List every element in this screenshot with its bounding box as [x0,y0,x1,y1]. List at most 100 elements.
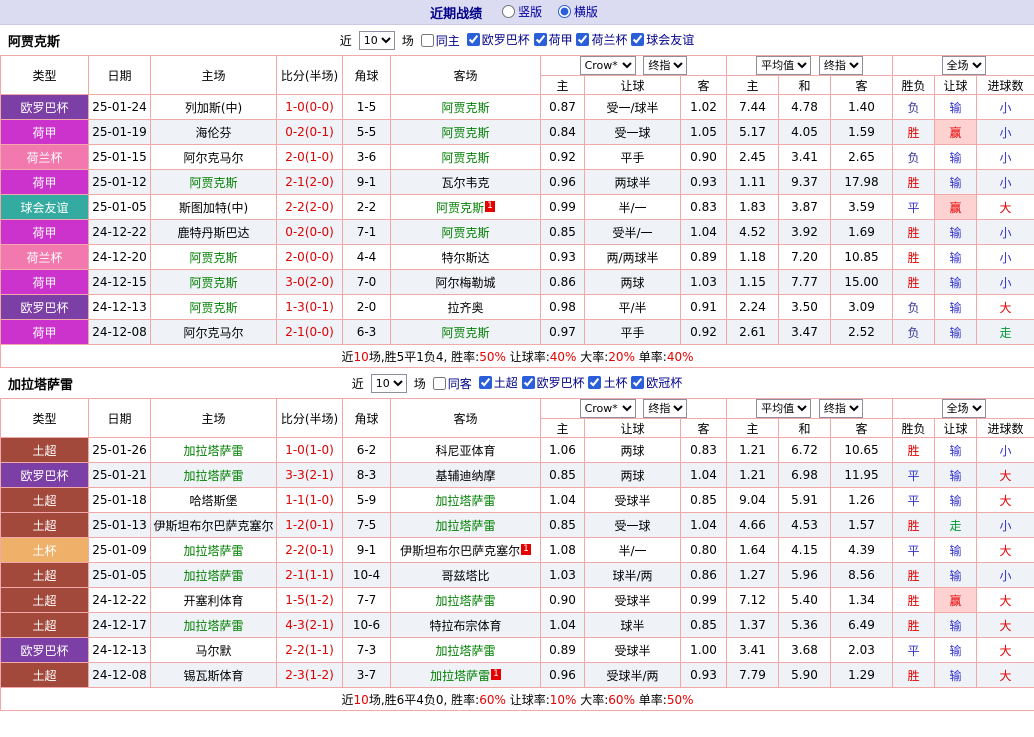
league-checkbox-input[interactable] [631,33,644,46]
euro-draw-odds: 6.72 [779,438,831,463]
match-row: 土超 25-01-18 哈塔斯堡 1-1(1-0) 5-9 加拉塔萨雷 1.04… [1,488,1034,513]
league-filter-checkbox[interactable]: 欧罗巴杯 [467,31,530,48]
layout-radio[interactable]: 横版 [558,3,598,20]
euro-draw-odds: 5.91 [779,488,831,513]
home-team-link[interactable]: 阿贾克斯 [151,170,277,195]
home-team-link[interactable]: 阿尔克马尔 [151,145,277,170]
home-team-link[interactable]: 鹿特丹斯巴达 [151,220,277,245]
away-team-link[interactable]: 阿贾克斯 [391,95,541,120]
euro-odds-time-select[interactable]: 终指 [819,56,863,75]
euro-draw-odds: 3.87 [779,195,831,220]
away-team-link[interactable]: 拉齐奥 [391,295,541,320]
league-checkbox-input[interactable] [522,376,535,389]
home-team-link[interactable]: 加拉塔萨雷 [151,563,277,588]
league-filter-checkbox[interactable]: 欧罗巴杯 [522,374,585,391]
away-team-link[interactable]: 基辅迪纳摩 [391,463,541,488]
summary-segment: 场,胜5平1负4, 胜率: [369,350,479,364]
league-checkbox-input[interactable] [631,376,644,389]
same-venue-checkbox-input[interactable] [421,34,434,47]
league-filter-checkbox[interactable]: 球会友谊 [631,31,694,48]
section-galatasaray: 加拉塔萨雷 近 10 场 同客 土超 欧罗巴杯 土杯 欧冠杯 [0,368,1034,711]
away-team-link[interactable]: 阿尔梅勒城 [391,270,541,295]
result-handicap: 输 [935,538,977,563]
league-badge: 球会友谊 [1,195,89,220]
league-filter-checkbox[interactable]: 欧冠杯 [631,374,682,391]
home-team-link[interactable]: 伊斯坦布尔巴萨克塞尔 [151,513,277,538]
euro-home-odds: 1.83 [727,195,779,220]
euro-draw-odds: 3.41 [779,145,831,170]
league-checkbox-input[interactable] [467,33,480,46]
same-venue-checkbox[interactable]: 同客 [433,375,472,392]
home-team-link[interactable]: 阿尔克马尔 [151,320,277,345]
away-team-link[interactable]: 伊斯坦布尔巴萨克塞尔1 [391,538,541,563]
home-team-link[interactable]: 斯图加特(中) [151,195,277,220]
away-team-link[interactable]: 加拉塔萨雷 [391,588,541,613]
asia-odds-source-select[interactable]: Crow* [580,399,636,418]
corner-score: 10-6 [343,613,391,638]
league-checkbox-label: 欧冠杯 [646,374,682,391]
score: 2-2(1-1) [277,638,343,663]
match-count-select[interactable]: 10 [371,374,407,393]
euro-odds-time-select[interactable]: 终指 [819,399,863,418]
layout-radio-input[interactable] [502,5,515,18]
euro-odds-source-select[interactable]: 平均值 [756,56,811,75]
away-team-link[interactable]: 加拉塔萨雷1 [391,663,541,688]
league-filter-checkbox[interactable]: 土超 [479,374,518,391]
home-team-link[interactable]: 加拉塔萨雷 [151,613,277,638]
away-team-link[interactable]: 阿贾克斯 [391,120,541,145]
result-goals: 大 [977,638,1034,663]
away-team-link[interactable]: 特尔斯达 [391,245,541,270]
result-outcome: 胜 [893,513,935,538]
result-scope-select[interactable]: 全场 [942,399,986,418]
home-team-link[interactable]: 加拉塔萨雷 [151,438,277,463]
away-team-link[interactable]: 加拉塔萨雷 [391,513,541,538]
away-team-link[interactable]: 加拉塔萨雷 [391,638,541,663]
col-header-date: 日期 [89,399,151,438]
home-team-link[interactable]: 加拉塔萨雷 [151,538,277,563]
match-date: 24-12-08 [89,320,151,345]
asia-odds-select-cell: Crow* 终指 [541,399,727,419]
league-filter-checkbox[interactable]: 荷甲 [534,31,573,48]
league-filter-checkbox[interactable]: 荷兰杯 [576,31,627,48]
col-header-corner: 角球 [343,399,391,438]
home-team-link[interactable]: 阿贾克斯 [151,270,277,295]
home-team-link[interactable]: 列加斯(中) [151,95,277,120]
away-team-link[interactable]: 瓦尔韦克 [391,170,541,195]
asia-odds-time-select[interactable]: 终指 [643,56,687,75]
home-team-link[interactable]: 马尔默 [151,638,277,663]
summary-segment: 40% [667,350,694,364]
result-scope-select[interactable]: 全场 [942,56,986,75]
result-handicap: 输 [935,170,977,195]
same-venue-checkbox[interactable]: 同主 [421,32,460,49]
league-checkbox-input[interactable] [588,376,601,389]
match-count-select[interactable]: 10 [359,31,395,50]
away-team-link[interactable]: 阿贾克斯 [391,220,541,245]
result-handicap: 输 [935,270,977,295]
away-team-link[interactable]: 阿贾克斯 [391,320,541,345]
home-team-link[interactable]: 开塞利体育 [151,588,277,613]
layout-radio-input[interactable] [558,5,571,18]
away-team-link[interactable]: 特拉布宗体育 [391,613,541,638]
away-team-link[interactable]: 加拉塔萨雷 [391,488,541,513]
league-checkbox-input[interactable] [479,376,492,389]
away-team-link[interactable]: 阿贾克斯 [391,145,541,170]
away-team-link[interactable]: 哥兹塔比 [391,563,541,588]
home-team-link[interactable]: 海伦芬 [151,120,277,145]
away-team-link[interactable]: 科尼亚体育 [391,438,541,463]
away-team-link[interactable]: 阿贾克斯1 [391,195,541,220]
league-checkbox-input[interactable] [534,33,547,46]
home-team-link[interactable]: 加拉塔萨雷 [151,463,277,488]
same-venue-checkbox-input[interactable] [433,377,446,390]
home-team-link[interactable]: 阿贾克斯 [151,245,277,270]
summary-segment: 10 [354,350,369,364]
match-row: 荷甲 24-12-15 阿贾克斯 3-0(2-0) 7-0 阿尔梅勒城 0.86… [1,270,1034,295]
euro-odds-source-select[interactable]: 平均值 [756,399,811,418]
asia-odds-source-select[interactable]: Crow* [580,56,636,75]
league-checkbox-input[interactable] [576,33,589,46]
home-team-link[interactable]: 哈塔斯堡 [151,488,277,513]
home-team-link[interactable]: 阿贾克斯 [151,295,277,320]
layout-radio[interactable]: 竖版 [502,3,542,20]
home-team-link[interactable]: 锡瓦斯体育 [151,663,277,688]
league-filter-checkbox[interactable]: 土杯 [588,374,627,391]
asia-odds-time-select[interactable]: 终指 [643,399,687,418]
